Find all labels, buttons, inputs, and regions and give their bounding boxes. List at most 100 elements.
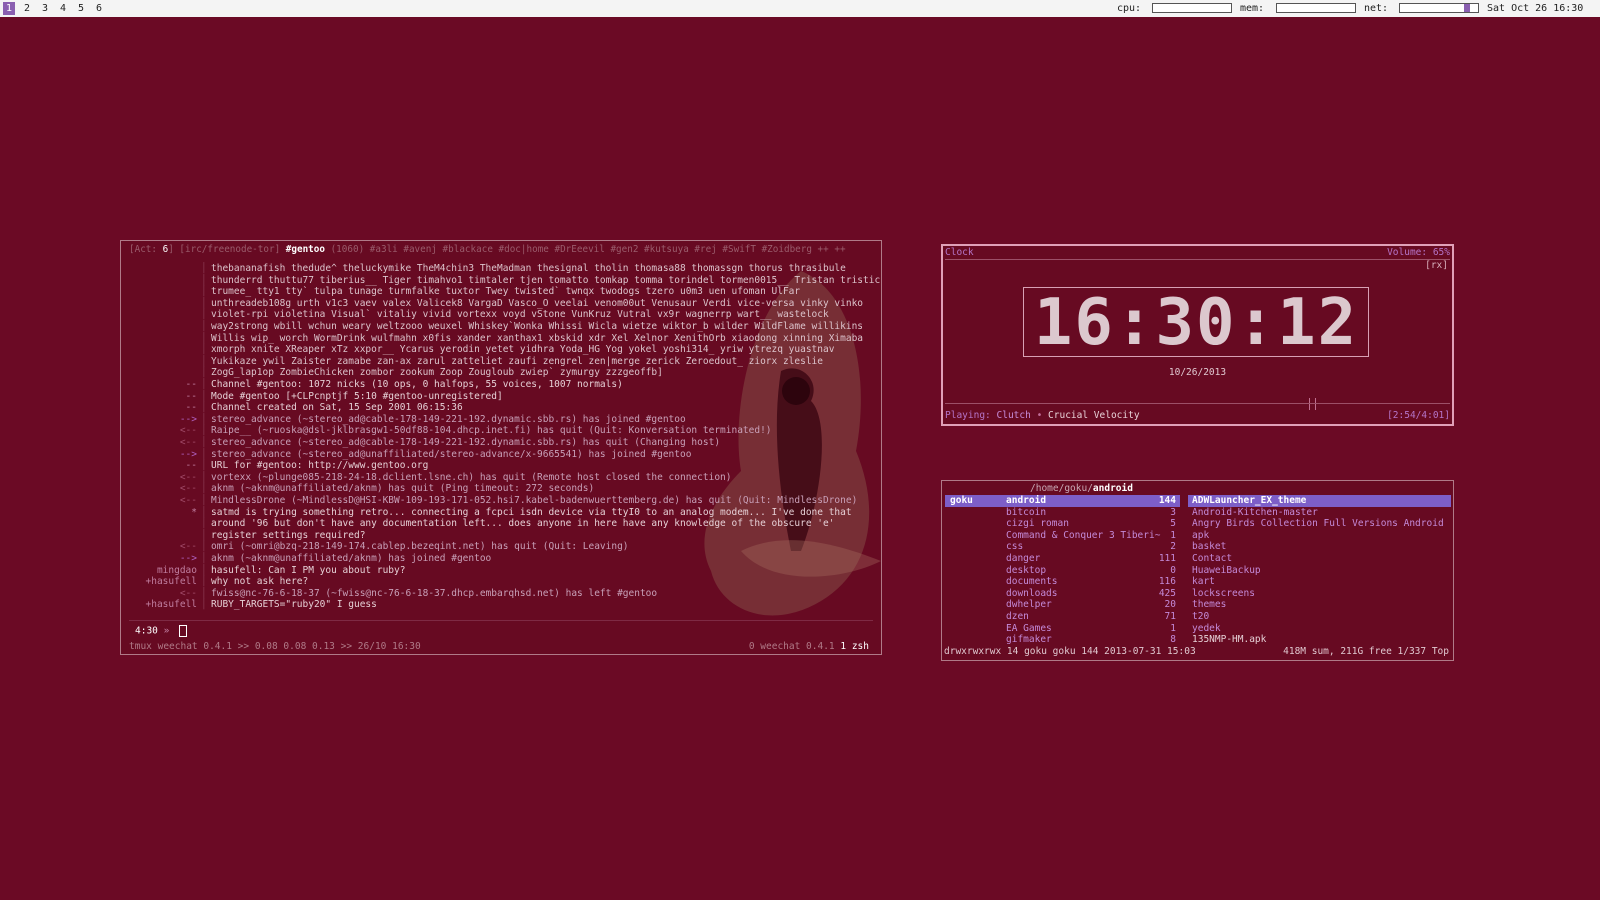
file-permissions: drwxrwxrwx 14 goku goku 144 2013-07-31 1…: [944, 646, 1196, 657]
preview-dir-item[interactable]: Android-Kitchen-master: [1188, 507, 1451, 519]
directory-item[interactable]: css 2: [1002, 541, 1180, 553]
directory-item[interactable]: bitcoin 3: [1002, 507, 1180, 519]
chat-line-message: way2strong wbill wchun weary weltzooo we…: [211, 321, 864, 332]
chat-line-message: fwiss@nc-76-6-18-37 (~fwiss@nc-76-6-18-3…: [211, 587, 658, 599]
current-channel[interactable]: #gentoo: [286, 244, 325, 255]
chat-line-separator: │: [201, 332, 207, 344]
chat-line-separator: │: [201, 379, 207, 390]
directory-item[interactable]: documents 116: [1002, 576, 1180, 588]
preview-dir-item[interactable]: Angry Birds Collection Full Versions And…: [1188, 518, 1451, 530]
directory-count: 144: [1158, 495, 1176, 506]
clock-divider-bottom: [945, 403, 1450, 404]
chat-line-message: Yukikaze ywil Zaister zamabe zan-ax zaru…: [211, 355, 823, 367]
preview-dir-item[interactable]: apk: [1188, 530, 1451, 542]
chat-line-message: vortexx (~plunge085-218-24-18.dclient.ls…: [211, 471, 732, 483]
tmux-status-left: tmux weechat 0.4.1 >> 0.08 0.08 0.13 >> …: [129, 641, 421, 652]
workspace-1[interactable]: 1: [3, 2, 15, 15]
workspace-2[interactable]: 2: [21, 2, 33, 15]
directory-item[interactable]: dwhelper 20: [1002, 599, 1180, 611]
directory-item[interactable]: Command & Conquer 3 Tiberi~ 1: [1002, 530, 1180, 542]
directory-item[interactable]: gifmaker 8: [1002, 634, 1180, 646]
chat-line-message: register settings required?: [211, 529, 366, 541]
chat-line-message: stereo_advance (~stereo_ad@unaffiliated/…: [211, 448, 692, 460]
directory-count: 5: [1170, 518, 1176, 530]
volume-indicator[interactable]: Volume: 65%: [1387, 247, 1450, 258]
file-manager-window[interactable]: /home/goku/android goku android 144 bitcoi…: [941, 480, 1454, 661]
clock-date: 10/26/2013: [1168, 367, 1227, 378]
input-line[interactable]: 4:30 »: [135, 625, 188, 637]
chat-line-separator: │: [201, 506, 207, 518]
chat-line-message: aknm (~aknm@unaffiliated/aknm) has joine…: [211, 553, 492, 564]
preview-file-item[interactable]: 135NMP-HM.apk: [1188, 634, 1451, 646]
chat-line-prefix: <--: [179, 541, 197, 553]
clock-window[interactable]: Clock Volume: 65% [rx] 16:30:12 10/26/20…: [941, 244, 1454, 426]
workspace-5[interactable]: 5: [75, 2, 87, 15]
resize-handle[interactable]: [1309, 398, 1316, 410]
directory-name: downloads: [1006, 587, 1058, 599]
parent-dir-item[interactable]: goku: [945, 495, 1004, 507]
chat-line-message: URL for #gentoo: http://www.gentoo.org: [211, 460, 429, 472]
chat-line-separator: │: [201, 402, 207, 414]
directory-item[interactable]: danger 111: [1002, 553, 1180, 565]
directory-count: 116: [1158, 576, 1176, 588]
cpu-meter: [1152, 3, 1232, 13]
chat-line-separator: │: [201, 286, 207, 298]
directory-name: Command & Conquer 3 Tiberi~: [1006, 529, 1161, 541]
chat-line-separator: │: [201, 529, 207, 541]
chat-line-prefix: <--: [179, 425, 197, 437]
track-progress: [2:54/4:01]: [1387, 410, 1450, 421]
text-cursor[interactable]: [179, 625, 188, 637]
chat-line-prefix: mingdao: [156, 564, 197, 576]
chat-line-message: xmorph xnite XReaper xTz xxpor__ Ycarus …: [211, 344, 835, 356]
preview-dir-item[interactable]: ADWLauncher_EX_theme: [1188, 495, 1451, 507]
chat-line-separator: │: [201, 495, 207, 506]
preview-dir-item[interactable]: t20: [1188, 611, 1451, 623]
mem-meter: [1276, 3, 1356, 13]
workspace-3[interactable]: 3: [39, 2, 51, 15]
chat-line-message: Mode #gentoo [+CLPcnptjf 5:10 #gentoo-un…: [211, 390, 503, 402]
preview-dir-item[interactable]: yedek: [1188, 623, 1451, 635]
directory-item[interactable]: cizgi roman 5: [1002, 518, 1180, 530]
playing-label: Playing:: [945, 410, 991, 421]
directory-count: 2: [1170, 541, 1176, 553]
now-playing: Playing: Clutch • Crucial Velocity: [945, 410, 1140, 421]
chat-line-separator: │: [201, 576, 207, 588]
directory-item[interactable]: EA Games 1: [1002, 623, 1180, 635]
tmux-window-1[interactable]: 1 zsh: [840, 641, 869, 652]
directory-name: android: [1006, 495, 1047, 506]
directory-item[interactable]: desktop 0: [1002, 565, 1180, 577]
cpu-label: cpu:: [1117, 3, 1142, 14]
input-time: 4:30: [135, 625, 158, 637]
weechat-window[interactable]: [Act: 6] [irc/freenode-tor] #gentoo (106…: [120, 240, 882, 655]
preview-dir-item[interactable]: lockscreens: [1188, 588, 1451, 600]
chat-line-prefix: *: [191, 506, 197, 518]
directory-item[interactable]: dzen 71: [1002, 611, 1180, 623]
directory-count: 71: [1164, 611, 1176, 622]
preview-dir-item[interactable]: basket: [1188, 541, 1451, 553]
chat-line-separator: │: [201, 437, 207, 448]
directory-count: 1: [1170, 622, 1176, 634]
mem-label: mem:: [1240, 3, 1265, 14]
workspace-4[interactable]: 4: [57, 2, 69, 15]
chat-line-separator: │: [201, 483, 207, 495]
directory-name: desktop: [1006, 564, 1047, 576]
preview-dir-item[interactable]: Contact: [1188, 553, 1451, 565]
preview-dir-item[interactable]: themes: [1188, 599, 1451, 611]
workspace-6[interactable]: 6: [93, 2, 105, 15]
directory-item[interactable]: android 144: [1002, 495, 1180, 507]
directory-item[interactable]: downloads 425: [1002, 588, 1180, 600]
chat-line-prefix: +hasufell: [145, 599, 197, 611]
directory-name: cizgi roman: [1006, 518, 1069, 530]
path-prefix: /home/goku/: [1030, 483, 1093, 494]
chat-line-prefix: -->: [179, 413, 197, 425]
preview-dir-item[interactable]: kart: [1188, 576, 1451, 588]
directory-count: 1: [1170, 529, 1176, 541]
preview-dir-item[interactable]: HuaweiBackup: [1188, 565, 1451, 577]
chat-line-separator: │: [201, 263, 207, 274]
chat-line-message: stereo_advance (~stereo_ad@cable-178-149…: [211, 437, 721, 448]
net-spike: [1464, 4, 1470, 12]
chat-line-message: satmd is trying something retro... conne…: [211, 506, 852, 518]
chat-line-message: trumee_ tty1 tty` tulpa tunage turmfalke…: [211, 286, 801, 298]
chat-line-separator: │: [201, 297, 207, 309]
tmux-window-0[interactable]: 0 weechat 0.4.1: [749, 641, 835, 652]
